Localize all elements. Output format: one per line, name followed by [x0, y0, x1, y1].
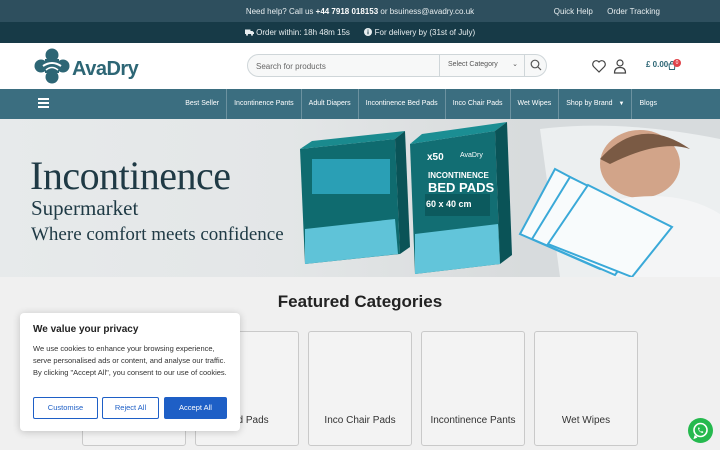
email-link[interactable]: bsuiness@avadry.co.uk: [390, 7, 474, 16]
logo-text: AvaDry: [72, 58, 139, 80]
category-label: Inco Chair Pads: [324, 415, 396, 426]
box-title-line2: BED PADS: [428, 180, 495, 195]
cookie-buttons: Customise Reject All Accept All: [33, 397, 227, 419]
box-size-label: 60 x 40 cm: [426, 199, 472, 209]
caret-down-icon: ▼: [618, 101, 625, 107]
cookie-consent-banner: We value your privacy We use cookies to …: [20, 313, 240, 431]
nav-items: Best Seller Incontinence Pants Adult Dia…: [178, 89, 664, 119]
product-box-left: [300, 131, 410, 264]
info-icon: [364, 28, 374, 37]
help-prefix: Need help? Call us: [245, 7, 316, 16]
accept-all-button[interactable]: Accept All: [164, 397, 227, 419]
help-mid: or: [378, 7, 390, 16]
cart-count-badge: 0: [673, 59, 681, 67]
cookie-text: We use cookies to enhance your browsing …: [33, 344, 227, 377]
truck-icon: [244, 28, 256, 37]
nav-item-adult-diapers[interactable]: Adult Diapers: [300, 89, 358, 119]
chevron-down-icon: ⌄: [512, 61, 518, 68]
delivery-text: For delivery by (31st of July): [374, 28, 476, 37]
category-select[interactable]: Select Category ⌄: [439, 55, 524, 76]
main-nav: Best Seller Incontinence Pants Adult Dia…: [0, 89, 720, 119]
nav-item-shop-by-brand[interactable]: Shop by Brand ▼: [558, 89, 631, 119]
customise-button[interactable]: Customise: [33, 397, 98, 419]
heart-icon[interactable]: [591, 58, 607, 74]
box-title-line1: INCONTINENCE: [428, 171, 489, 180]
phone-link[interactable]: +44 7918 018153: [316, 7, 379, 16]
whatsapp-button[interactable]: [688, 418, 713, 443]
nav-item-incontinence-pants[interactable]: Incontinence Pants: [226, 89, 301, 119]
search-bar: Select Category ⌄: [247, 54, 547, 77]
reject-all-button[interactable]: Reject All: [102, 397, 159, 419]
site-header: AvaDry Select Category ⌄ £ 0.00 0: [0, 43, 720, 89]
search-button[interactable]: [524, 55, 546, 76]
site-logo[interactable]: AvaDry: [34, 48, 144, 84]
category-card-wet-wipes[interactable]: Wet Wipes: [534, 331, 638, 446]
nav-item-best-seller[interactable]: Best Seller: [178, 89, 226, 119]
nav-item-inco-chair-pads[interactable]: Inco Chair Pads: [444, 89, 510, 119]
featured-categories-title: Featured Categories: [277, 292, 443, 311]
whatsapp-icon: [693, 422, 708, 440]
cart-total[interactable]: £ 0.00: [646, 60, 668, 69]
search-icon: [530, 59, 542, 71]
top-bar: Need help? Call us +44 7918 018153 or bs…: [0, 0, 720, 22]
promo-bar: Order within: 18h 48m 15s For delivery b…: [0, 22, 720, 43]
product-box-right: [410, 122, 512, 274]
category-card-pants[interactable]: Incontinence Pants: [421, 331, 525, 446]
category-label: Incontinence Pants: [430, 415, 516, 426]
hero-tagline: Where comfort meets confidence: [31, 224, 284, 245]
shop-by-brand-label: Shop by Brand: [566, 100, 613, 107]
nav-item-wet-wipes[interactable]: Wet Wipes: [509, 89, 559, 119]
menu-hamburger-icon[interactable]: [38, 98, 49, 108]
search-input[interactable]: [256, 59, 436, 73]
category-label: Wet Wipes: [561, 415, 611, 426]
top-links: Quick Help Order Tracking: [542, 7, 660, 16]
category-select-label: Select Category: [448, 61, 498, 68]
nav-item-blogs[interactable]: Blogs: [631, 89, 664, 119]
box-count-label: x50: [427, 152, 444, 163]
hero-banner[interactable]: Incontinence Supermarket Where comfort m…: [0, 119, 720, 277]
box-brand-label: AvaDry: [460, 152, 483, 159]
quick-help-link[interactable]: Quick Help: [554, 7, 593, 16]
logo-cross-icon: [34, 48, 70, 84]
order-tracking-link[interactable]: Order Tracking: [607, 7, 660, 16]
category-card-chair-pads[interactable]: Inco Chair Pads: [308, 331, 412, 446]
account-icon[interactable]: [612, 58, 628, 74]
hero-title: Incontinence: [30, 153, 231, 198]
cookie-title: We value your privacy: [33, 324, 139, 335]
hero-subtitle: Supermarket: [31, 196, 139, 220]
nav-item-incontinence-bed-pads[interactable]: Incontinence Bed Pads: [357, 89, 445, 119]
order-within-text: Order within: 18h 48m 15s: [256, 28, 350, 37]
